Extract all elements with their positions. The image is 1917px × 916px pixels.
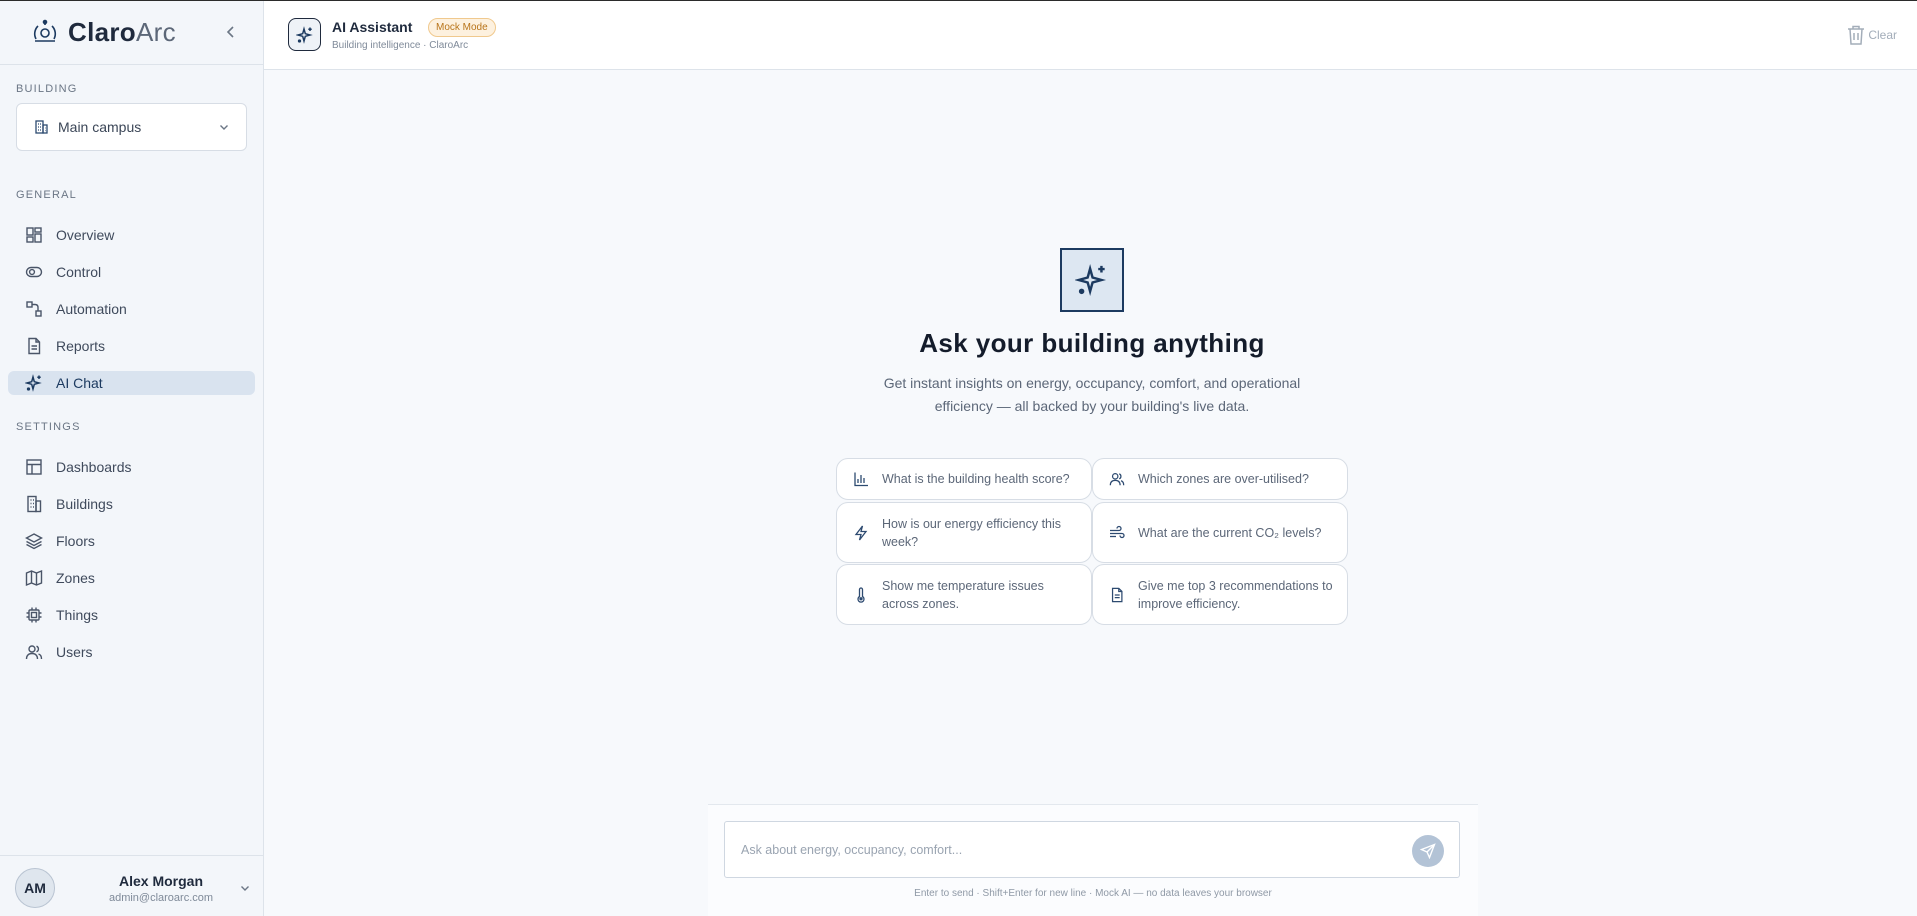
composer-hint: Enter to send · Shift+Enter for new line…	[914, 888, 1272, 899]
sidebar-item-users[interactable]: Users	[8, 640, 255, 664]
wind-icon	[1110, 525, 1125, 538]
bar-chart-icon	[854, 472, 868, 487]
clear-label: Clear	[1868, 28, 1897, 42]
sidebar-item-overview[interactable]: Overview	[8, 223, 255, 247]
status-badge: Mock Mode	[428, 18, 496, 37]
sidebar-item-ai-chat[interactable]: AI Chat	[8, 371, 255, 395]
brand-name: ClaroArc	[68, 16, 176, 47]
collapse-sidebar-icon[interactable]	[222, 23, 240, 41]
sidebar-item-label: Dashboards	[56, 459, 132, 475]
sidebar-item-control[interactable]: Control	[8, 260, 255, 284]
user-name: Alex Morgan	[118, 872, 203, 889]
avatar: AM	[15, 868, 55, 908]
document-icon	[28, 337, 41, 355]
section-label-general: General	[16, 189, 77, 201]
layout-icon	[26, 459, 42, 475]
suggestion-top-recommendations[interactable]: Give me top 3 recommendations to improve…	[1092, 564, 1348, 625]
hero-subtitle: Get instant insights on energy, occupanc…	[883, 375, 1301, 414]
sidebar-item-dashboards[interactable]: Dashboards	[8, 455, 255, 479]
sidebar-item-label: Floors	[56, 533, 95, 549]
suggestion-text: Give me top 3 recommendations to improve…	[1138, 578, 1333, 611]
page-header: AI Assistant Mock Mode Building intellig…	[264, 1, 1917, 70]
chevron-down-icon	[220, 125, 228, 130]
grid-icon	[26, 227, 42, 243]
sidebar-item-buildings[interactable]: Buildings	[8, 492, 255, 516]
sidebar-item-things[interactable]: Things	[8, 603, 255, 627]
suggestion-text: What is the building health score?	[882, 472, 1070, 486]
hero-title: Ask your building anything	[919, 328, 1265, 358]
send-icon	[1420, 843, 1436, 859]
building-select-value: Main campus	[58, 119, 142, 135]
building-icon	[35, 120, 48, 134]
chat-input[interactable]	[741, 839, 1381, 861]
sidebar-item-label: Things	[56, 607, 99, 623]
suggestion-text: Which zones are over-utilised?	[1138, 472, 1309, 486]
divider	[0, 855, 264, 856]
sparkle-icon	[295, 25, 313, 44]
sidebar-item-label: Overview	[56, 227, 115, 243]
hero-sparkle-box	[1060, 248, 1124, 312]
users-icon	[1109, 473, 1125, 486]
sidebar-item-label: Buildings	[56, 496, 113, 512]
suggestion-text: What are the current CO₂ levels?	[1138, 525, 1322, 540]
assistant-icon-box	[288, 18, 321, 51]
user-email: admin@claroarc.com	[108, 891, 214, 904]
workflow-icon	[26, 301, 42, 317]
layers-icon	[25, 533, 43, 550]
suggestion-energy-efficiency[interactable]: How is our energy efficiency this week?	[836, 502, 1092, 563]
send-button[interactable]	[1412, 835, 1444, 867]
suggestion-temperature-issues[interactable]: Show me temperature issues across zones.	[836, 564, 1092, 625]
sidebar-item-label: AI Chat	[56, 375, 103, 391]
page-subtitle: Building intelligence · ClaroArc	[332, 40, 469, 51]
chat-composer	[724, 821, 1460, 878]
section-label-building: Building	[16, 83, 78, 95]
sidebar-item-label: Reports	[56, 338, 106, 354]
document-icon	[1111, 587, 1123, 602]
building-icon	[27, 495, 42, 513]
users-icon	[25, 645, 43, 660]
sidebar-item-zones[interactable]: Zones	[8, 566, 255, 590]
section-label-settings: Settings	[16, 421, 81, 433]
suggestion-over-utilised-zones[interactable]: Which zones are over-utilised?	[1092, 458, 1348, 500]
chip-icon	[26, 607, 42, 623]
sidebar: ClaroArc Building Main campus General Ov…	[0, 1, 264, 916]
sidebar-item-automation[interactable]: Automation	[8, 297, 255, 321]
suggestion-health-score[interactable]: What is the building health score?	[836, 458, 1092, 500]
sidebar-item-floors[interactable]: Floors	[8, 529, 255, 553]
clear-button[interactable]: Clear	[1846, 24, 1897, 46]
suggestion-text: Show me temperature issues across zones.	[882, 578, 1044, 611]
sidebar-item-label: Users	[56, 644, 93, 660]
sidebar-item-reports[interactable]: Reports	[8, 334, 255, 358]
chevron-down-icon	[241, 886, 249, 891]
sparkle-icon	[1075, 264, 1107, 296]
page-title: AI Assistant	[332, 19, 413, 35]
toggle-icon	[25, 266, 43, 278]
suggestion-text: How is our energy efficiency this week?	[882, 516, 1062, 549]
building-select[interactable]: Main campus	[16, 103, 247, 151]
lightning-icon	[854, 525, 868, 540]
suggestion-co2-levels[interactable]: What are the current CO₂ levels?	[1092, 502, 1348, 563]
trash-icon	[1848, 25, 1865, 45]
user-menu[interactable]: AM Alex Morgan admin@claroarc.com	[15, 867, 255, 909]
divider	[0, 64, 264, 65]
user-info: Alex Morgan admin@claroarc.com	[83, 873, 239, 904]
brand[interactable]: ClaroArc	[32, 16, 176, 48]
claroarc-logo-icon	[33, 19, 57, 42]
sparkle-icon	[25, 374, 42, 392]
sidebar-item-label: Automation	[56, 301, 127, 317]
sidebar-item-label: Zones	[56, 570, 95, 586]
map-icon	[25, 569, 43, 587]
thermometer-icon	[857, 586, 865, 603]
sidebar-item-label: Control	[56, 264, 102, 280]
